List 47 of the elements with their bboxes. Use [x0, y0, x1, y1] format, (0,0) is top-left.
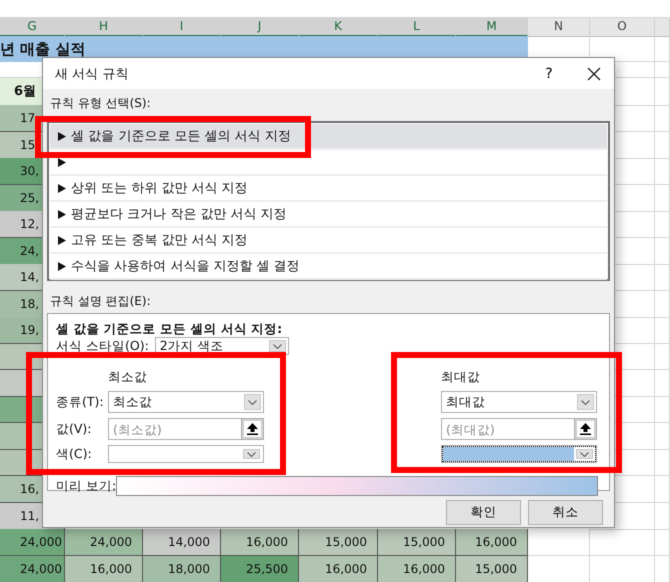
column-header[interactable]: M [456, 18, 528, 37]
column-heading: 최대값 [441, 368, 481, 386]
help-button[interactable]: ? [534, 66, 564, 82]
value-field[interactable]: (최소값) [108, 418, 264, 440]
rule-type-item[interactable]: 고유 또는 중복 값만 서식 지정 [50, 228, 607, 254]
column-header[interactable]: I [143, 18, 221, 37]
field-label: 종류(T): [56, 394, 105, 410]
table-cell: 16,000 [378, 556, 456, 582]
column-header[interactable]: H [65, 18, 143, 37]
column-header[interactable]: G [0, 18, 65, 37]
type-dropdown[interactable]: 최대값 [441, 391, 597, 413]
column-header[interactable]: L [378, 18, 456, 37]
field-label: 값(V): [56, 420, 93, 438]
column-header[interactable]: O [590, 18, 655, 37]
value-field[interactable]: (최대값) [441, 418, 597, 440]
table-cell: 24,000 [0, 556, 65, 582]
rule-type-label: 평균보다 크거나 작은 값만 서식 지정 [71, 206, 287, 223]
table-cell: 15,000 [299, 529, 378, 556]
table-cell: 16,000 [65, 556, 143, 582]
rule-type-item[interactable]: 셀 값을 기준으로 모든 셀의 서식 지정 [50, 124, 607, 150]
value-input[interactable]: (최소값) [109, 419, 241, 439]
table-cell: 16,000 [456, 529, 528, 556]
rule-type-item[interactable]: 평균보다 크거나 작은 값만 서식 지정 [50, 202, 607, 228]
rule-type-item[interactable]: 수식을 사용하여 서식을 지정할 셀 결정 [50, 254, 607, 280]
table-cell: 14,000 [143, 529, 221, 556]
rule-type-label: 상위 또는 하위 값만 서식 지정 [71, 180, 248, 197]
column-heading: 최소값 [108, 368, 148, 386]
table-cell: 24,000 [0, 529, 65, 556]
table-cell: 24,000 [65, 529, 143, 556]
dialog-button[interactable]: 취소 [528, 500, 603, 525]
table-cell: 16,000 [221, 529, 299, 556]
rule-type-label: 수식을 사용하여 서식을 지정할 셀 결정 [71, 258, 300, 275]
table-cell: 18,000 [143, 556, 221, 582]
column-header[interactable]: K [299, 18, 378, 37]
rule-type-label: 셀 값을 기준으로 모든 셀의 서식 지정 [71, 128, 291, 145]
table-cell: 16,000 [299, 556, 378, 582]
dialog-button[interactable]: 확인 [446, 500, 521, 525]
column-header[interactable]: N [528, 18, 590, 37]
value-input[interactable]: (최대값) [442, 419, 574, 439]
table-cell: 25,500 [221, 556, 299, 582]
rule-type-label: 고유 또는 중복 값만 서식 지정 [71, 232, 248, 249]
column-header[interactable]: J [221, 18, 299, 37]
field-label: 색(C): [56, 446, 93, 462]
table-cell: 15,000 [456, 556, 528, 582]
table-cell: 15,000 [378, 529, 456, 556]
type-dropdown[interactable]: 최소값 [108, 391, 264, 413]
rule-type-item[interactable]: 상위 또는 하위 값만 서식 지정 [50, 176, 607, 202]
